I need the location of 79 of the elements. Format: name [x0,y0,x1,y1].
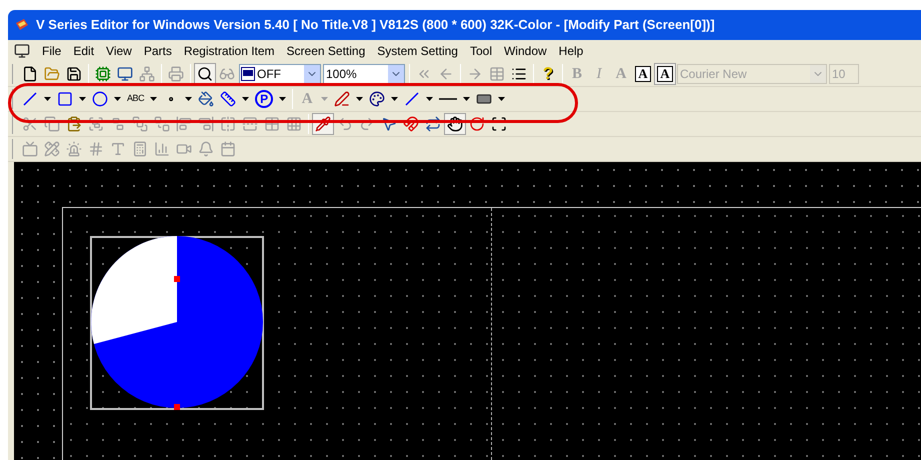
square-icon [57,91,73,107]
monitor-icon [14,43,30,59]
copy-icon [44,116,60,132]
app-icon [14,17,30,33]
clipboard-icon [66,116,82,132]
loop-arrows-icon [425,116,441,132]
list-icon [511,66,527,82]
line-icon [439,98,458,100]
menu-item[interactable]: Registration Item [184,42,275,60]
hand-icon [447,116,463,132]
printer-icon [168,66,184,82]
dropdown-field[interactable]: 100% [323,64,405,84]
circle-icon [92,91,108,107]
pipette-icon [315,116,331,132]
text-style-button[interactable]: ABC [124,88,148,110]
glyph-text: A [616,64,626,84]
align-left-icon [176,116,192,132]
floppy-icon [66,66,82,82]
palette-icon [369,91,386,107]
magnet-icon [403,116,419,132]
menu-item[interactable]: Tool [470,42,492,60]
scissors-icon [22,116,38,132]
left-arrow-icon [438,66,454,82]
frame-corners-icon [491,116,507,132]
glyph-text: A [302,90,313,109]
pointer-icon [381,116,397,132]
dropdown-value: Courier New [679,66,748,83]
calculator-icon [132,141,148,157]
flip-vertical-icon [242,116,258,132]
menu-item[interactable]: File [42,42,62,60]
monitor-icon [117,66,133,82]
menu-item[interactable]: Parts [144,42,172,60]
group-icon [88,116,104,132]
glyph-text: ? [542,63,554,86]
menu-item[interactable]: System Setting [377,42,458,60]
undo-icon [337,116,353,132]
glyph-text: B [572,64,582,84]
flip-horizontal-icon [220,116,236,132]
paint-bucket-icon [198,91,214,107]
dropdown-field[interactable]: OFF [239,64,321,84]
pencil-ruler-icon [44,141,60,157]
align-right-icon [198,116,214,132]
chip-icon [95,66,111,82]
table-icon [489,66,505,82]
rotate-icon [469,116,485,132]
line-icon [405,92,420,106]
menu-item[interactable]: Screen Setting [286,42,366,60]
glasses-icon [219,66,235,82]
grid-icon [286,116,302,132]
hash-icon [88,141,104,157]
glyph-text: ABC [127,92,144,106]
dropdown-value: OFF [256,66,282,83]
right-arrow-icon [467,66,483,82]
bell-icon [198,141,214,157]
calendar-icon [220,141,236,157]
ungroup-icon [110,116,126,132]
document-icon [22,66,38,82]
screen-icon [22,141,38,157]
pen-icon [334,91,350,107]
window-title: V Series Editor for Windows Version 5.40 [ No Title.V8 ] V812S (800 * 600) 32K-Color - [Modify Part (Screen[0])] [36,16,715,34]
magnifier-icon [197,66,213,82]
dropdown-value: 100% [325,66,358,83]
menu-item[interactable]: Window [504,42,547,60]
send-to-back-icon [154,116,170,132]
bar-chart-icon [154,141,170,157]
menu-item[interactable]: Help [558,42,584,60]
line-icon [23,92,37,106]
bring-to-front-icon [132,116,148,132]
menu-item[interactable]: Edit [73,42,94,60]
lamp-icon [66,141,82,157]
redo-icon [359,116,375,132]
grid-icon [264,116,280,132]
type-icon [110,141,126,157]
ruler-icon [220,91,236,107]
menu-item[interactable]: View [106,42,132,60]
magnifier-button[interactable] [194,63,216,85]
glyph-text: I [596,64,602,84]
network-icon [139,66,155,82]
folder-icon [44,66,60,82]
